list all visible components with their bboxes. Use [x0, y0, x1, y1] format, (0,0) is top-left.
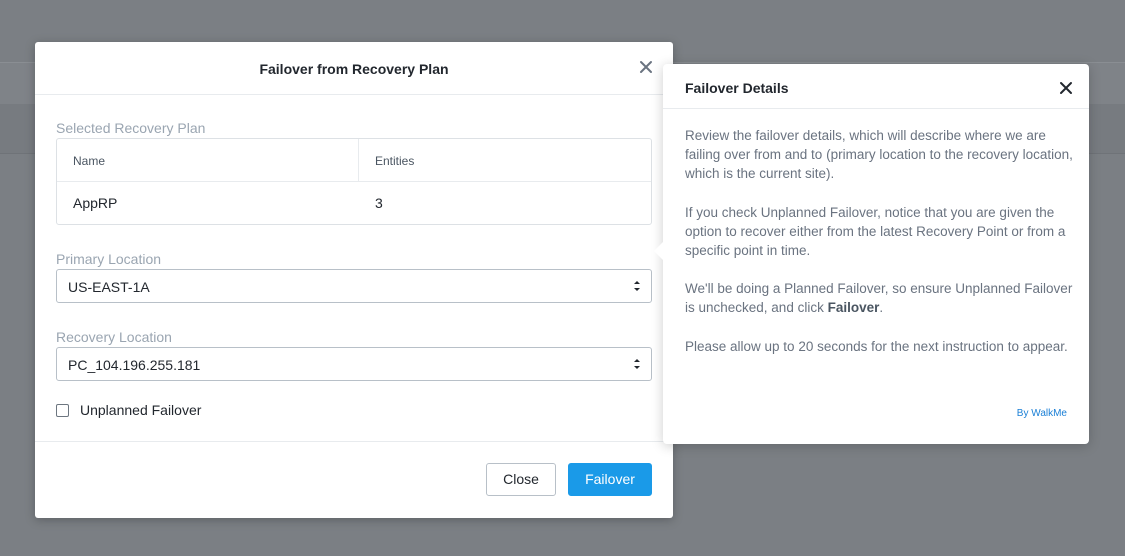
column-header-name: Name — [57, 139, 359, 181]
popover-title: Failover Details — [685, 80, 789, 96]
popover-paragraph: Review the failover details, which will … — [685, 128, 1073, 182]
close-icon[interactable] — [1059, 81, 1073, 95]
popover-paragraph: Please allow up to 20 seconds for the ne… — [685, 338, 1068, 354]
recovery-location-label: Recovery Location — [56, 329, 172, 345]
cell-plan-name: AppRP — [73, 195, 118, 211]
popover-arrow — [654, 241, 664, 261]
unplanned-failover-checkbox[interactable] — [56, 403, 69, 417]
popover-paragraph: We'll be doing a Planned Failover, so en… — [685, 279, 1075, 317]
column-header-entities: Entities — [375, 154, 415, 168]
paragraph-text: . — [879, 300, 884, 316]
popover-header: Failover Details — [663, 64, 1089, 109]
unplanned-failover-label[interactable]: Unplanned Failover — [80, 402, 201, 418]
failover-button[interactable]: Failover — [568, 463, 652, 496]
popover-body: Review the failover details, which will … — [685, 126, 1075, 375]
cell-entities: 3 — [375, 195, 383, 211]
recovery-location-select[interactable]: PC_104.196.255.181 — [56, 347, 652, 381]
walkme-popover: Failover Details Review the failover det… — [654, 64, 1089, 444]
select-arrows-icon — [634, 281, 640, 291]
recovery-plan-table: Name Entities AppRP 3 — [56, 138, 652, 225]
failover-modal: Failover from Recovery Plan Selected Rec… — [35, 42, 673, 518]
unplanned-failover-row: Unplanned Failover — [56, 402, 201, 418]
close-button[interactable]: Close — [486, 463, 556, 496]
table-row: AppRP 3 — [57, 182, 651, 224]
select-arrows-icon — [634, 359, 640, 369]
paragraph-bold: Failover — [827, 300, 880, 316]
primary-location-select[interactable]: US-EAST-1A — [56, 269, 652, 303]
walkme-link[interactable]: By WalkMe — [1017, 408, 1067, 419]
close-icon[interactable] — [637, 58, 655, 76]
primary-location-value: US-EAST-1A — [68, 279, 150, 295]
table-header: Name Entities — [57, 139, 651, 182]
modal-title: Failover from Recovery Plan — [259, 61, 449, 77]
primary-location-label: Primary Location — [56, 251, 162, 267]
modal-header: Failover from Recovery Plan — [35, 42, 673, 95]
popover-paragraph: If you check Unplanned Failover, notice … — [685, 204, 1066, 259]
modal-footer: Close Failover — [35, 441, 673, 518]
recovery-location-value: PC_104.196.255.181 — [68, 357, 201, 373]
selected-plan-label: Selected Recovery Plan — [56, 120, 206, 136]
